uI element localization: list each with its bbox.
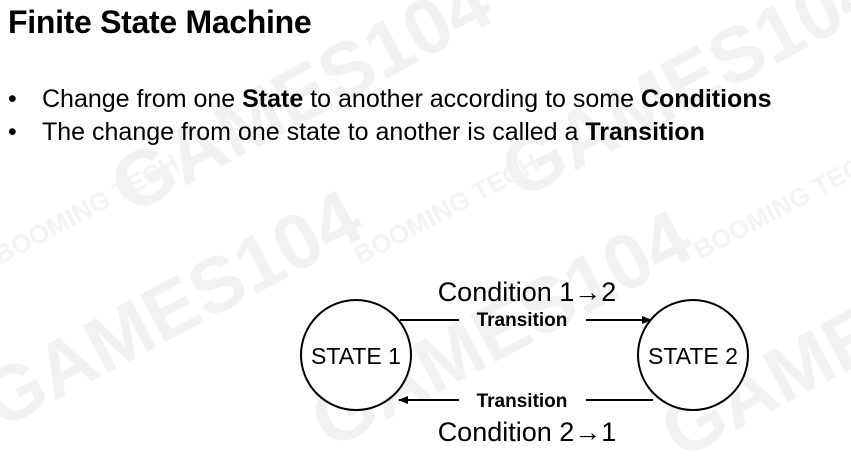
state-label: STATE 2: [648, 343, 738, 369]
transition-condition: Condition 1→2: [438, 277, 617, 307]
transition-label: Transition: [477, 310, 568, 331]
transition-condition: Condition 2→1: [438, 417, 617, 447]
transition-2-to-1: Transition Condition 2→1: [398, 391, 653, 447]
transition-1-to-2: Transition Condition 1→2: [400, 277, 652, 331]
fsm-diagram: STATE 1 STATE 2 Transition Condition 1→2…: [300, 277, 749, 447]
transition-label: Transition: [477, 391, 568, 412]
state-label: STATE 1: [311, 343, 401, 369]
state-node-2: STATE 2: [637, 299, 749, 411]
state-node-1: STATE 1: [300, 299, 412, 411]
